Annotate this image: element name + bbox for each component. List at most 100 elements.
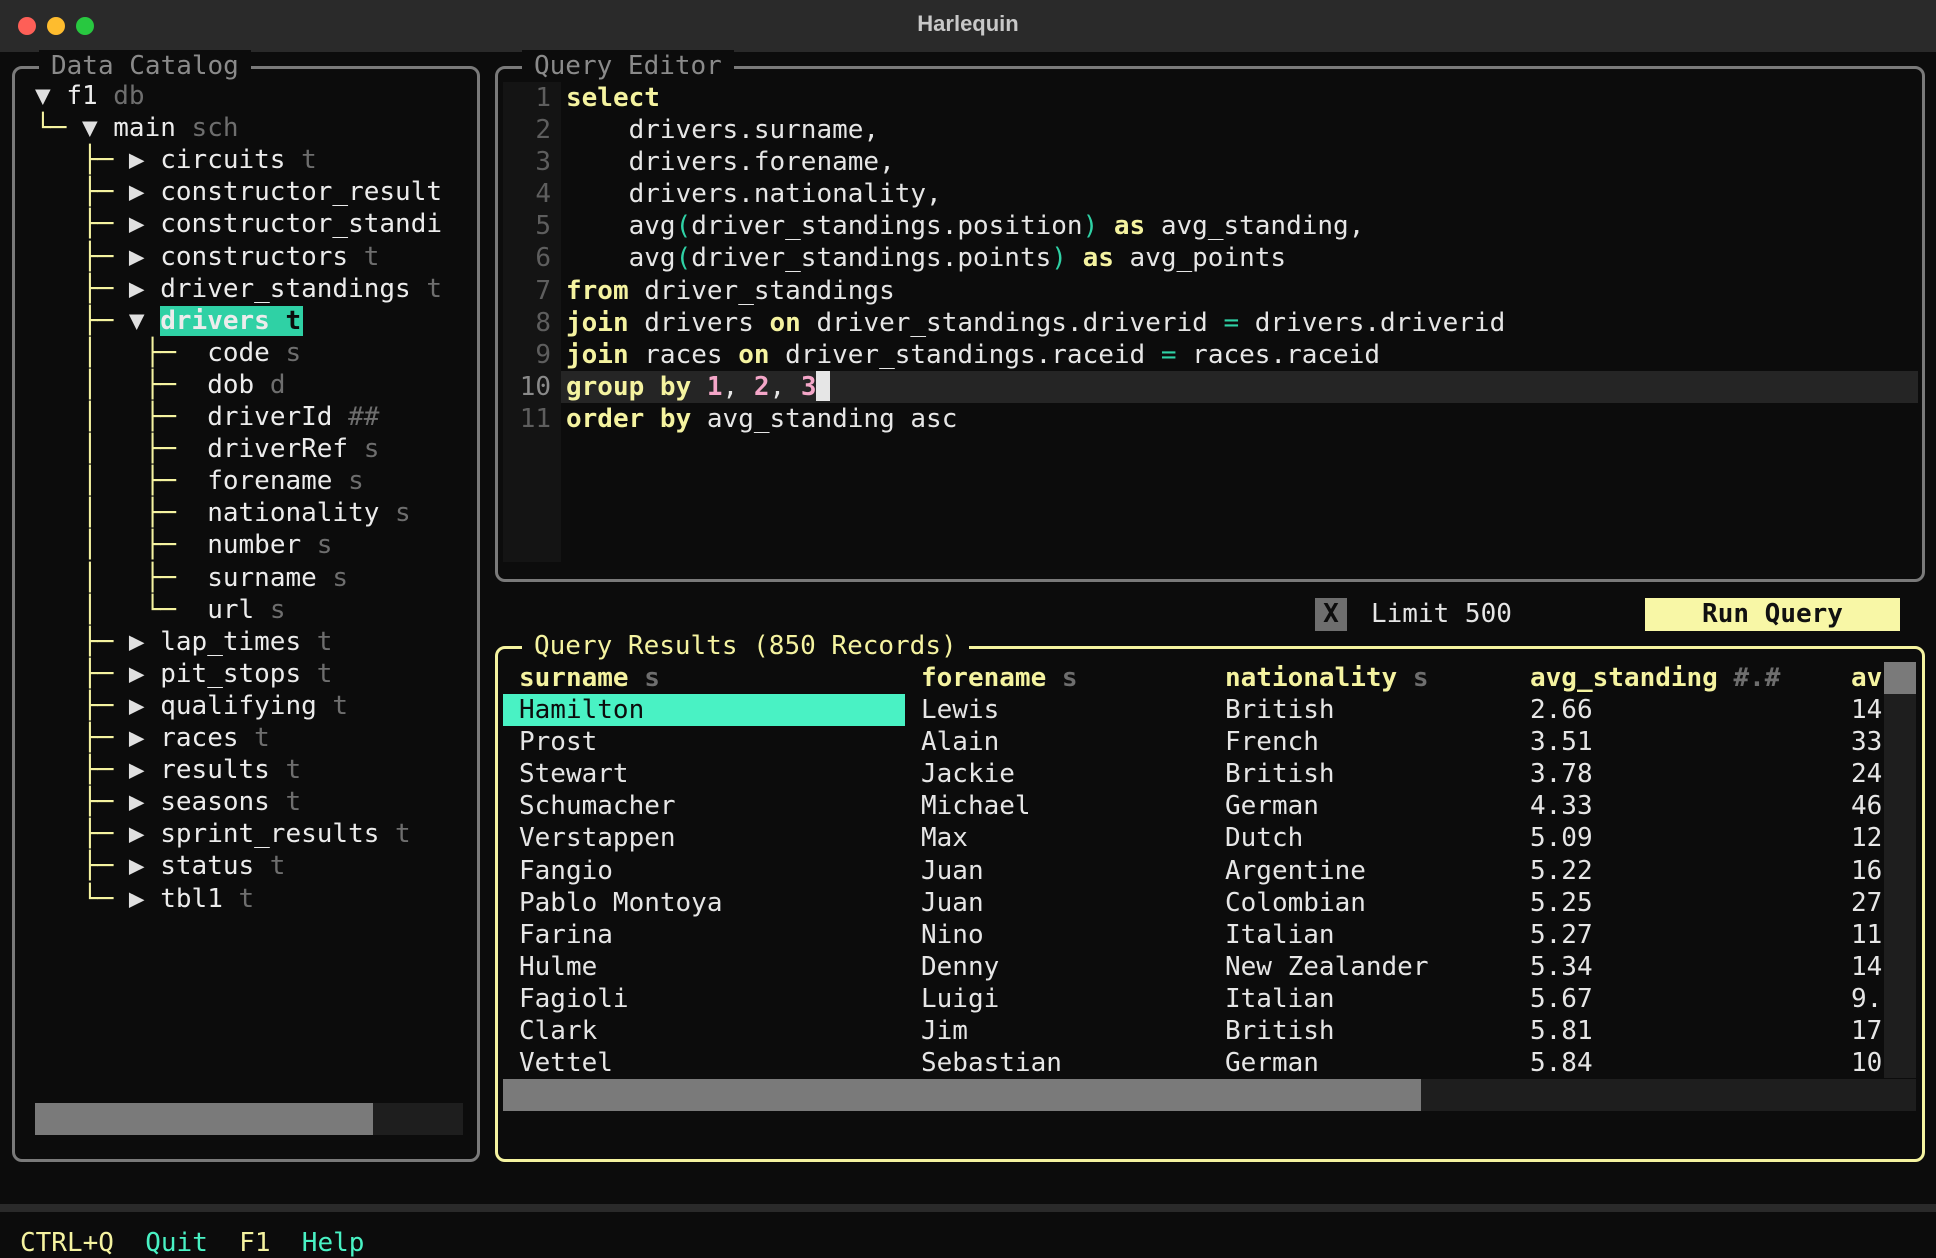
table-cell[interactable]: Lewis	[905, 694, 1209, 726]
tree-node-label[interactable]: driverId ##	[207, 402, 379, 432]
results-horizontal-scrollbar[interactable]	[503, 1079, 1916, 1111]
table-cell[interactable]: Farina	[503, 919, 905, 951]
tree-node-label[interactable]: constructor_result	[160, 177, 442, 207]
code-line[interactable]: order by avg_standing asc	[566, 403, 1918, 435]
collapsed-arrow-icon[interactable]: ▶	[129, 177, 160, 207]
catalog-horizontal-scrollbar[interactable]	[35, 1103, 463, 1135]
tree-node-label[interactable]: code s	[207, 338, 301, 368]
table-cell[interactable]: Argentine	[1209, 855, 1514, 887]
table-cell[interactable]: 14	[1835, 951, 1884, 983]
tree-node-label[interactable]: nationality s	[207, 498, 411, 528]
tree-node[interactable]: ├─ ▶ races t	[35, 722, 270, 754]
collapsed-arrow-icon[interactable]: ▶	[129, 145, 160, 175]
tree-node-label[interactable]: tbl1 t	[160, 884, 254, 914]
tree-node[interactable]: ├─ ▶ constructors t	[35, 241, 379, 273]
collapsed-arrow-icon[interactable]: ▶	[129, 819, 160, 849]
table-cell[interactable]: 12	[1835, 822, 1884, 854]
tree-node[interactable]: ├─ ▶ status t	[35, 850, 286, 882]
collapsed-arrow-icon[interactable]: ▶	[129, 723, 160, 753]
tree-node[interactable]: └─ ▶ tbl1 t	[35, 883, 254, 915]
tree-node[interactable]: │ ├─ nationality s	[35, 497, 411, 529]
table-cell[interactable]: 33	[1835, 726, 1884, 758]
table-cell[interactable]: Italian	[1209, 919, 1514, 951]
tree-node[interactable]: │ ├─ number s	[35, 529, 332, 561]
tree-node[interactable]: ├─ ▼ drivers t	[35, 305, 304, 337]
collapsed-arrow-icon[interactable]: ▶	[129, 851, 160, 881]
tree-node[interactable]: ├─ ▶ pit_stops t	[35, 658, 332, 690]
table-row[interactable]: Hulme Denny New Zealander 5.34 14	[503, 951, 1884, 983]
tree-node-label[interactable]: constructors t	[160, 242, 379, 272]
footer-key[interactable]: CTRL+Q	[20, 1228, 114, 1258]
table-cell[interactable]: 17	[1835, 1015, 1884, 1047]
query-editor-panel[interactable]: Query Editor 1 2 3 4 5 6 7 8 9 10 11 select driver…	[495, 50, 1925, 582]
table-cell[interactable]: Jackie	[905, 758, 1209, 790]
code-line[interactable]: drivers.nationality,	[566, 178, 1918, 210]
table-cell[interactable]: French	[1209, 726, 1514, 758]
table-cell[interactable]: Michael	[905, 790, 1209, 822]
tree-node[interactable]: ├─ ▶ qualifying t	[35, 690, 348, 722]
table-cell[interactable]: 2.66	[1514, 694, 1835, 726]
table-cell[interactable]: 4.33	[1514, 790, 1835, 822]
tree-node-label[interactable]: qualifying t	[160, 691, 348, 721]
table-cell[interactable]: Dutch	[1209, 822, 1514, 854]
table-cell[interactable]: German	[1209, 790, 1514, 822]
column-header[interactable]: surname s	[503, 662, 905, 694]
table-cell[interactable]: 5.22	[1514, 855, 1835, 887]
table-cell[interactable]: Colombian	[1209, 887, 1514, 919]
tree-node-label[interactable]: pit_stops t	[160, 659, 332, 689]
code-line[interactable]: select	[566, 82, 1918, 114]
table-row[interactable]: Schumacher Michael German 4.33 46	[503, 790, 1884, 822]
column-header[interactable]: av	[1835, 662, 1884, 694]
table-cell[interactable]: Hulme	[503, 951, 905, 983]
table-cell[interactable]: 3.78	[1514, 758, 1835, 790]
table-cell[interactable]: 5.27	[1514, 919, 1835, 951]
collapsed-arrow-icon[interactable]: ▶	[129, 787, 160, 817]
code-line[interactable]: drivers.surname,	[566, 114, 1918, 146]
table-cell[interactable]: British	[1209, 694, 1514, 726]
tree-node-label[interactable]: circuits t	[160, 145, 317, 175]
tree-node-label[interactable]: driver_standings t	[160, 274, 442, 304]
table-cell[interactable]: Juan	[905, 855, 1209, 887]
table-cell[interactable]: 5.34	[1514, 951, 1835, 983]
limit-checkbox[interactable]: X	[1315, 598, 1347, 631]
tree-node-label[interactable]: dob d	[207, 370, 285, 400]
table-row[interactable]: Stewart Jackie British 3.78 24	[503, 758, 1884, 790]
table-cell[interactable]: Sebastian	[905, 1047, 1209, 1078]
tree-node[interactable]: │ ├─ dob d	[35, 369, 286, 401]
tree-node[interactable]: ├─ ▶ constructor_standi	[35, 208, 442, 240]
table-cell[interactable]: 5.84	[1514, 1047, 1835, 1078]
column-header[interactable]: avg_standing #.#	[1514, 662, 1835, 694]
table-row[interactable]: Fangio Juan Argentine 5.22 16	[503, 855, 1884, 887]
tree-node[interactable]: ▼ f1 db	[35, 80, 145, 112]
table-cell[interactable]: 46	[1835, 790, 1884, 822]
table-cell[interactable]: Verstappen	[503, 822, 905, 854]
catalog-scrollbar-thumb[interactable]	[35, 1103, 374, 1135]
tree-node-label[interactable]: results t	[160, 755, 301, 785]
table-row[interactable]: Vettel Sebastian German 5.84 10	[503, 1047, 1884, 1078]
code-line[interactable]: join races on driver_standings.raceid = …	[566, 339, 1918, 371]
results-hscroll-thumb[interactable]	[503, 1079, 1422, 1111]
table-cell[interactable]: 5.81	[1514, 1015, 1835, 1047]
table-cell[interactable]: Hamilton	[503, 694, 905, 727]
code-line[interactable]: from driver_standings	[566, 275, 1918, 307]
sql-code-area[interactable]: select drivers.surname, drivers.forename…	[566, 82, 1918, 435]
table-cell[interactable]: Jim	[905, 1015, 1209, 1047]
tree-node-label[interactable]: main sch	[113, 113, 238, 143]
table-cell[interactable]: Nino	[905, 919, 1209, 951]
tree-node[interactable]: ├─ ▶ seasons t	[35, 786, 301, 818]
tree-node-label[interactable]: f1 db	[66, 81, 144, 111]
table-cell[interactable]: Luigi	[905, 983, 1209, 1015]
tree-node-label[interactable]: status t	[160, 851, 285, 881]
tree-node[interactable]: │ ├─ driverId ##	[35, 401, 379, 433]
table-cell[interactable]: Schumacher	[503, 790, 905, 822]
footer-key[interactable]: F1	[239, 1228, 270, 1258]
collapsed-arrow-icon[interactable]: ▶	[129, 884, 160, 914]
table-cell[interactable]: 5.67	[1514, 983, 1835, 1015]
tree-node[interactable]: ├─ ▶ results t	[35, 754, 301, 786]
code-line[interactable]: group by 1, 2, 3	[566, 370, 1918, 403]
table-cell[interactable]: 11	[1835, 919, 1884, 951]
collapsed-arrow-icon[interactable]: ▶	[129, 242, 160, 272]
table-cell[interactable]: Fangio	[503, 855, 905, 887]
tree-node[interactable]: ├─ ▶ constructor_result	[35, 176, 442, 208]
table-row[interactable]: Pablo Montoya Juan Colombian 5.25 27	[503, 887, 1884, 919]
